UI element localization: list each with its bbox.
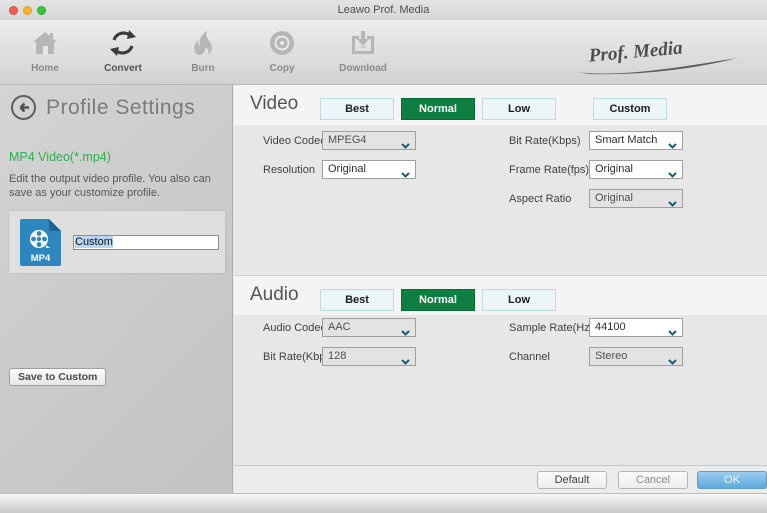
nav-download-label: Download: [339, 63, 387, 74]
chevron-down-icon: [668, 138, 677, 155]
default-button[interactable]: Default: [537, 471, 607, 489]
video-quality-low-button[interactable]: Low: [482, 98, 556, 120]
video-quality-best-button[interactable]: Best: [320, 98, 394, 120]
convert-icon: [91, 28, 155, 60]
video-codec-label: Video Codec: [263, 135, 326, 147]
save-to-custom-button[interactable]: Save to Custom: [9, 368, 107, 386]
app-window: Leawo Prof. Media Home Convert Burn Copy…: [0, 0, 767, 513]
audio-section-title: Audio: [250, 284, 299, 305]
frame-rate-label: Frame Rate(fps): [509, 164, 590, 176]
copy-disc-icon: [250, 28, 314, 60]
audio-codec-value: AAC: [328, 321, 351, 333]
frame-rate-value: Original: [595, 163, 633, 175]
nav-home[interactable]: Home: [13, 26, 77, 80]
audio-codec-label: Audio Codec: [263, 322, 326, 334]
titlebar: Leawo Prof. Media: [0, 0, 767, 20]
custom-profile-row: MP4 Custom: [9, 211, 225, 273]
sample-rate-label: Sample Rate(Hz): [509, 322, 594, 334]
nav-convert[interactable]: Convert: [91, 26, 155, 80]
brand-signature-text: Prof. Media: [587, 37, 684, 66]
cancel-button[interactable]: Cancel: [618, 471, 688, 489]
audio-bitrate-select[interactable]: 128: [322, 347, 416, 366]
home-icon: [13, 28, 77, 60]
main-toolbar: Home Convert Burn Copy Download Prof. Me…: [0, 20, 767, 85]
chevron-down-icon: [668, 167, 677, 184]
video-codec-select[interactable]: MPEG4: [322, 131, 416, 150]
channel-value: Stereo: [595, 350, 628, 362]
download-icon: [331, 28, 395, 60]
profile-description: Edit the output video profile. You also …: [9, 173, 211, 199]
video-section-title: Video: [250, 93, 299, 114]
chevron-down-icon: [401, 325, 410, 342]
action-button-bar: Default Cancel OK: [234, 465, 767, 493]
audio-codec-select[interactable]: AAC: [322, 318, 416, 337]
nav-burn-label: Burn: [191, 63, 215, 74]
nav-home-label: Home: [31, 63, 59, 74]
video-bitrate-select[interactable]: Smart Match: [589, 131, 683, 150]
nav-burn[interactable]: Burn: [171, 26, 235, 80]
back-button[interactable]: [10, 94, 37, 121]
status-footer: [0, 493, 767, 513]
channel-select[interactable]: Stereo: [589, 347, 683, 366]
brand-signature: Prof. Media: [559, 28, 749, 80]
chevron-down-icon: [668, 196, 677, 213]
audio-quality-low-button[interactable]: Low: [482, 289, 556, 311]
aspect-ratio-select[interactable]: Original: [589, 189, 683, 208]
profile-sidebar: Profile Settings MP4 Video(*.mp4) Edit t…: [0, 85, 233, 493]
resolution-value: Original: [328, 163, 366, 175]
video-quality-custom-button[interactable]: Custom: [593, 98, 667, 120]
sample-rate-select[interactable]: 44100: [589, 318, 683, 337]
audio-section-header: Audio Best Normal Low: [234, 275, 767, 315]
audio-quality-normal-button[interactable]: Normal: [401, 289, 475, 311]
channel-label: Channel: [509, 351, 550, 363]
frame-rate-select[interactable]: Original: [589, 160, 683, 179]
video-bitrate-label: Bit Rate(Kbps): [509, 135, 581, 147]
chevron-down-icon: [401, 138, 410, 155]
sample-rate-value: 44100: [595, 321, 626, 333]
audio-bitrate-value: 128: [328, 350, 347, 362]
window-title: Leawo Prof. Media: [337, 4, 430, 16]
burn-icon: [171, 28, 235, 60]
video-codec-value: MPEG4: [328, 134, 367, 146]
profile-format-label: MP4 Video(*.mp4): [9, 150, 111, 164]
mp4-badge: MP4: [31, 253, 51, 264]
nav-download[interactable]: Download: [331, 26, 395, 80]
settings-panel: Video Best Normal Low Custom Video Codec…: [234, 85, 767, 493]
profile-name-input[interactable]: Custom: [73, 235, 219, 250]
nav-convert-label: Convert: [104, 63, 142, 74]
video-bitrate-value: Smart Match: [595, 134, 658, 146]
resolution-label: Resolution: [263, 164, 315, 176]
chevron-down-icon: [401, 354, 410, 371]
chevron-down-icon: [401, 167, 410, 184]
ok-button[interactable]: OK: [697, 471, 767, 489]
nav-copy[interactable]: Copy: [250, 26, 314, 80]
profile-name-value: Custom: [75, 236, 113, 248]
nav-copy-label: Copy: [269, 63, 295, 74]
aspect-ratio-value: Original: [595, 192, 633, 204]
mp4-file-icon: MP4: [20, 219, 61, 266]
resolution-select[interactable]: Original: [322, 160, 416, 179]
chevron-down-icon: [668, 325, 677, 342]
video-quality-normal-button[interactable]: Normal: [401, 98, 475, 120]
audio-quality-best-button[interactable]: Best: [320, 289, 394, 311]
page-title: Profile Settings: [46, 95, 196, 119]
chevron-down-icon: [668, 354, 677, 371]
video-section-header: Video Best Normal Low Custom: [234, 85, 767, 125]
aspect-ratio-label: Aspect Ratio: [509, 193, 572, 205]
